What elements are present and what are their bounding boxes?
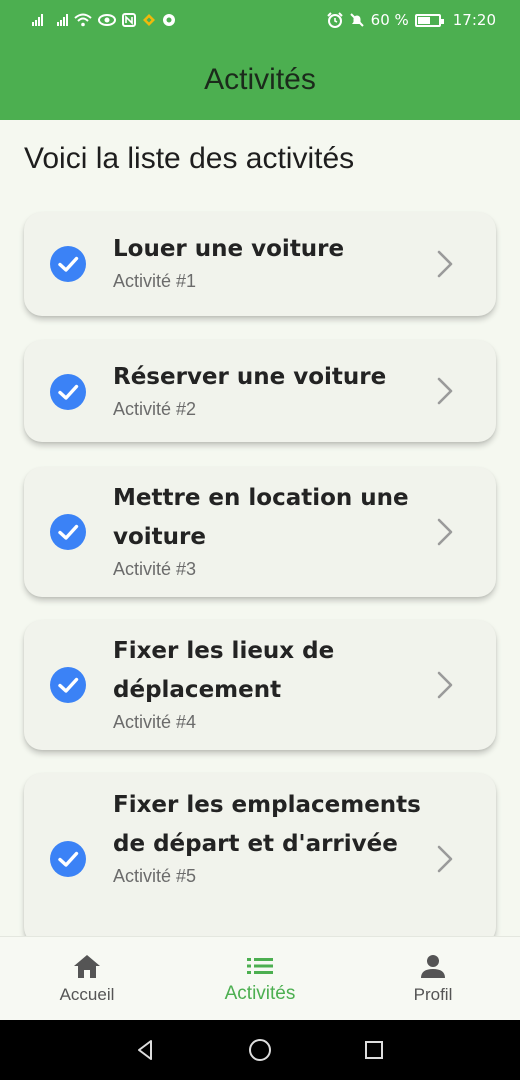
back-icon[interactable] <box>134 1038 158 1062</box>
activity-text: Mettre en location une voiture Activité … <box>113 479 426 581</box>
check-circle-icon <box>50 667 86 703</box>
status-icons-right: 60 % 17:20 <box>326 11 496 29</box>
alarm-icon <box>326 12 343 28</box>
person-icon <box>421 955 445 978</box>
activity-card[interactable]: Mettre en location une voiture Activité … <box>24 467 496 597</box>
activity-title: Fixer les lieux de déplacement <box>113 638 335 703</box>
check-circle-icon <box>50 374 86 410</box>
battery-icon <box>414 13 444 27</box>
page-title: Activités <box>204 63 316 96</box>
clock: 17:20 <box>452 11 496 29</box>
chevron-right-icon <box>434 844 456 874</box>
activity-list-screen[interactable]: Voici la liste des activités Louer une v… <box>0 120 520 936</box>
chevron-right-icon <box>434 376 456 406</box>
activity-card[interactable]: Fixer les emplacements de départ et d'ar… <box>24 773 496 936</box>
signal-icon <box>32 14 43 26</box>
nfc-icon <box>122 12 136 28</box>
chevron-right-icon <box>434 670 456 700</box>
activity-card[interactable]: Fixer les lieux de déplacement Activité … <box>24 620 496 750</box>
activity-text: Fixer les lieux de déplacement Activité … <box>113 632 426 734</box>
eye-icon <box>98 12 116 28</box>
list-icon <box>247 958 273 974</box>
chevron-right-icon <box>434 249 456 279</box>
check-circle-icon <box>50 246 86 282</box>
nav-item-activites[interactable]: Activités <box>173 937 347 1021</box>
nav-item-profil[interactable]: Profil <box>346 937 520 1021</box>
battery-fill <box>417 16 430 24</box>
activity-card[interactable]: Réserver une voiture Activité #2 <box>24 340 496 442</box>
activity-title: Réserver une voiture <box>113 364 387 390</box>
home-circle-icon[interactable] <box>247 1037 273 1063</box>
nav-label-activites: Activités <box>224 983 296 1004</box>
signal-icon <box>57 14 68 26</box>
activity-title: Louer une voiture <box>113 236 345 262</box>
recents-icon[interactable] <box>362 1038 386 1062</box>
battery-percent: 60 % <box>370 11 409 29</box>
activity-subtitle: Activité #2 <box>113 399 197 419</box>
check-circle-icon <box>50 841 86 877</box>
activity-text: Louer une voiture Activité #1 <box>113 230 426 293</box>
home-icon <box>74 955 100 978</box>
activity-subtitle: Activité #3 <box>113 559 197 579</box>
activity-text: Réserver une voiture Activité #2 <box>113 358 426 421</box>
app-bar: Activités <box>0 40 520 120</box>
activity-subtitle: Activité #1 <box>113 271 197 291</box>
activity-subtitle: Activité #5 <box>113 866 197 886</box>
list-heading: Voici la liste des activités <box>24 142 355 175</box>
activity-title: Mettre en location une voiture <box>113 485 409 550</box>
check-circle-icon <box>50 514 86 550</box>
system-navigation-bar <box>0 1020 520 1080</box>
status-bar: 60 % 17:20 <box>0 0 520 40</box>
bottom-navigation: Accueil Activités Profil <box>0 936 520 1020</box>
mute-icon <box>349 12 365 28</box>
nav-item-accueil[interactable]: Accueil <box>0 937 174 1021</box>
activity-title: Fixer les emplacements de départ et d'ar… <box>113 792 421 857</box>
nav-label-profil: Profil <box>413 985 453 1004</box>
wifi-icon <box>74 12 92 28</box>
status-icons-left <box>32 12 176 28</box>
nav-label-accueil: Accueil <box>59 985 115 1004</box>
activity-text: Fixer les emplacements de départ et d'ar… <box>113 786 426 888</box>
shield-icon <box>162 12 176 28</box>
chevron-right-icon <box>434 517 456 547</box>
binance-icon <box>142 12 156 28</box>
activity-subtitle: Activité #4 <box>113 712 197 732</box>
activity-card[interactable]: Louer une voiture Activité #1 <box>24 212 496 316</box>
